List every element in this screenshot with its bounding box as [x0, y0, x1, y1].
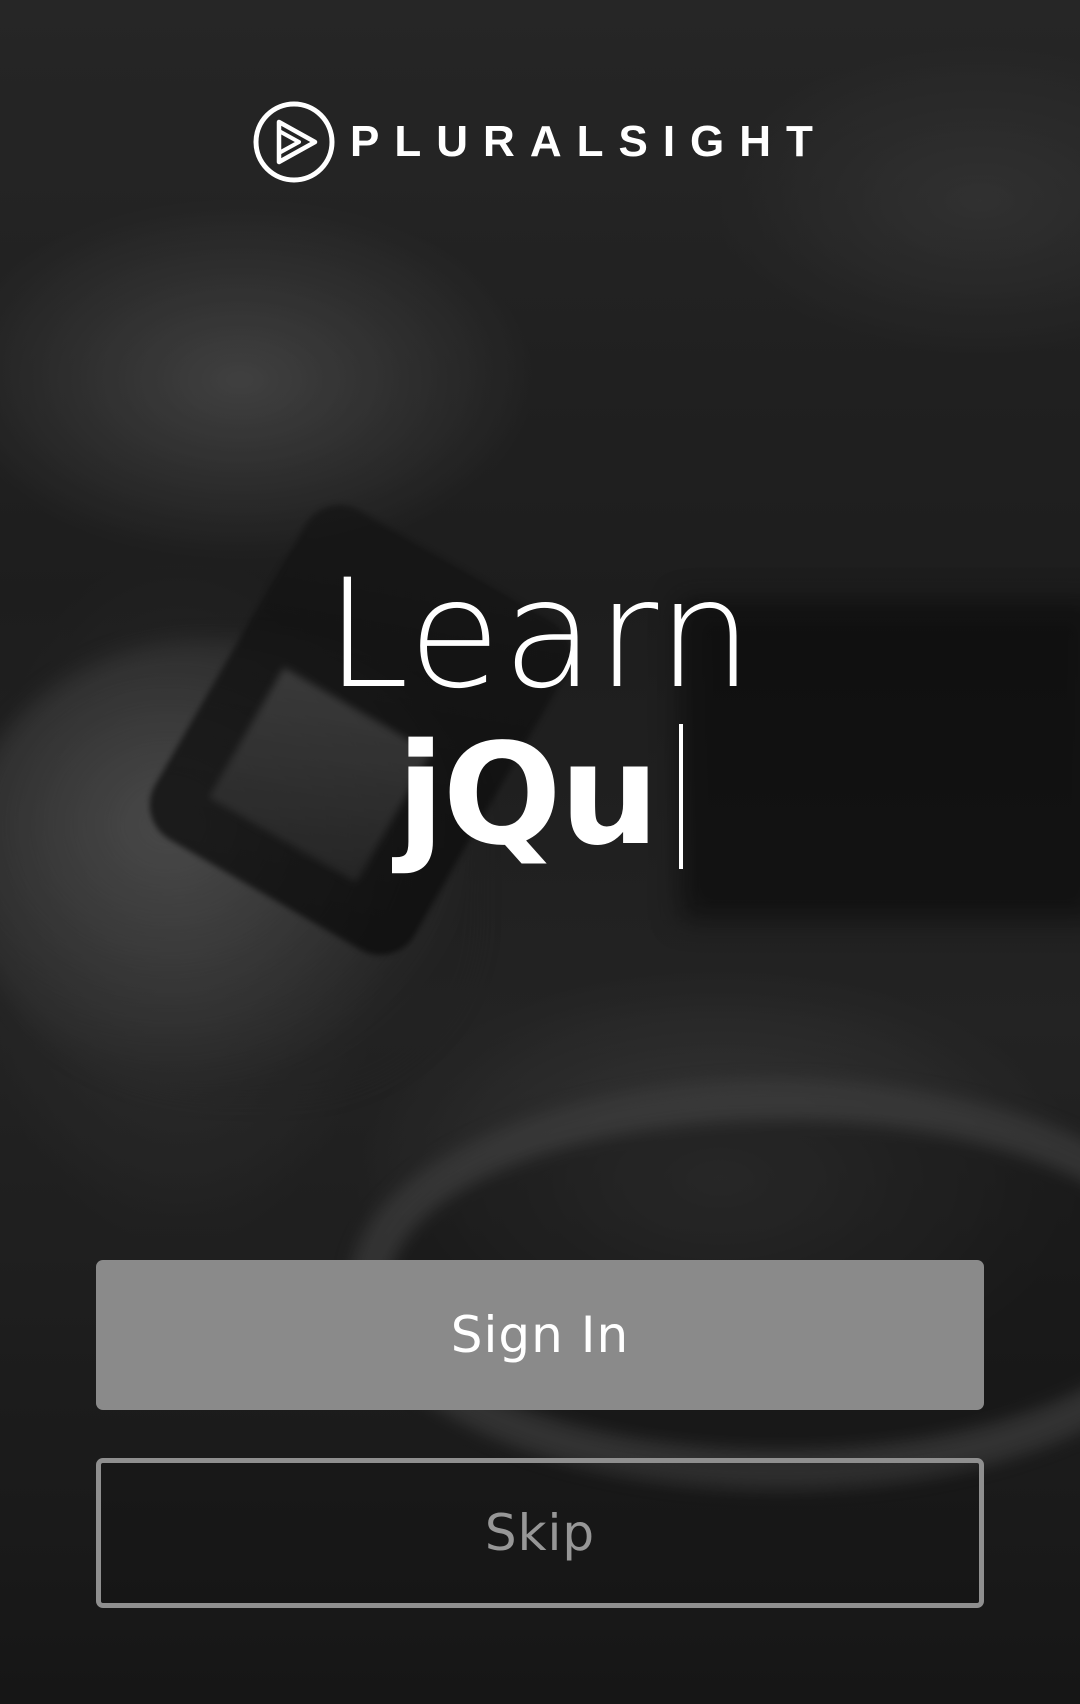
typed-subject-row: jQu [0, 716, 1080, 876]
headline: Learn jQu [0, 560, 1080, 876]
typed-subject: jQu [396, 714, 660, 877]
headline-learn: Learn [325, 548, 755, 722]
welcome-screen: PLURALSIGHT Learn jQu Sign In Skip [0, 0, 1080, 1704]
brand-logo: PLURALSIGHT [0, 100, 1080, 184]
sign-in-button[interactable]: Sign In [96, 1260, 984, 1410]
play-circle-icon [253, 101, 335, 183]
brand-wordmark: PLURALSIGHT [350, 117, 828, 166]
text-caret [679, 723, 684, 869]
skip-button[interactable]: Skip [96, 1458, 984, 1608]
